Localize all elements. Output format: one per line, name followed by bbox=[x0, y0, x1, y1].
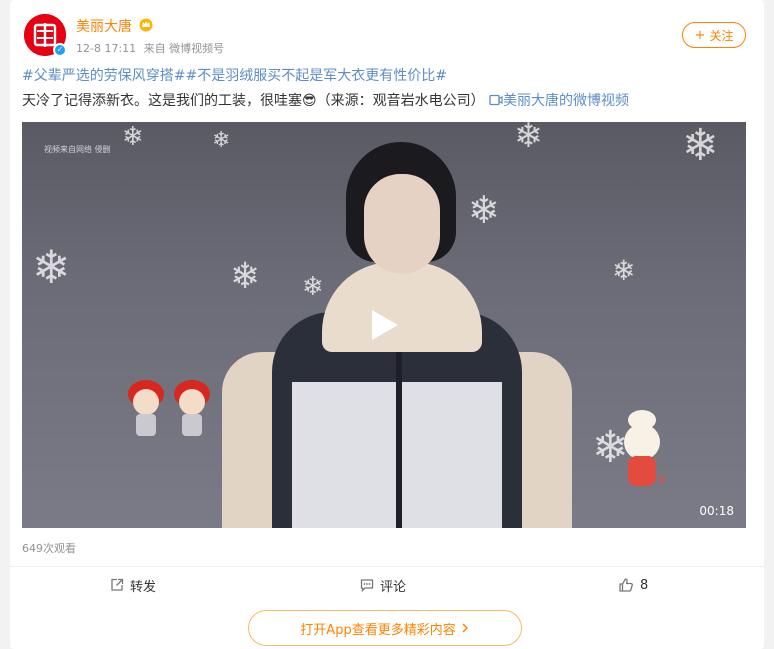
plus-icon: + bbox=[694, 27, 706, 43]
hashtags-line: #父辈严选的劳保风穿搭##不是羽绒服买不起是军大衣更有性价比# bbox=[22, 66, 447, 86]
post-text: 天冷了记得添新衣。这是我们的工装，很哇塞 bbox=[22, 93, 302, 109]
snowflake-icon: ❄ bbox=[612, 254, 636, 287]
post-date[interactable]: 12-8 17:11 bbox=[76, 42, 136, 55]
hashtag-link[interactable]: #父辈严选的劳保风穿搭##不是羽绒服买不起是军大衣更有性价比# bbox=[22, 68, 447, 84]
post-text-line: 天冷了记得添新衣。这是我们的工装，很哇塞😎（来源：观音岩水电公司） 美丽大唐的微… bbox=[22, 91, 629, 111]
comment-button[interactable]: 评论 bbox=[360, 576, 407, 595]
comment-icon bbox=[360, 579, 374, 592]
chevron-right-icon bbox=[462, 623, 468, 633]
comment-label: 评论 bbox=[380, 579, 407, 595]
sunglasses-emoji-icon: 😎 bbox=[302, 93, 317, 109]
play-icon[interactable] bbox=[366, 308, 400, 342]
repost-label: 转发 bbox=[130, 579, 157, 595]
snowflake-icon: ❄ bbox=[514, 122, 543, 156]
open-app-label: 打开App查看更多精彩内容 bbox=[300, 622, 456, 638]
like-count: 8 bbox=[640, 577, 649, 593]
follow-button[interactable]: + 关注 bbox=[682, 22, 746, 48]
thumbs-up-icon bbox=[619, 578, 633, 592]
snowflake-icon: ❄ bbox=[32, 240, 71, 294]
verified-badge-icon: ✓ bbox=[53, 43, 67, 57]
repost-button[interactable]: 转发 bbox=[110, 576, 157, 595]
follow-label: 关注 bbox=[709, 28, 734, 43]
post-source: 来自 微博视频号 bbox=[143, 42, 225, 55]
repost-icon bbox=[111, 578, 124, 591]
video-link-icon bbox=[489, 94, 503, 106]
snowflake-icon: ❄ bbox=[122, 122, 144, 152]
post-text-source: （来源：观音岩水电公司） bbox=[316, 93, 485, 109]
person-figure bbox=[396, 322, 402, 528]
video-watermark: 视频来自网络 侵删 bbox=[44, 145, 111, 154]
open-app-button[interactable]: 打开App查看更多精彩内容 bbox=[248, 610, 522, 646]
svg-text:✿: ✿ bbox=[658, 475, 666, 485]
username[interactable]: 美丽大唐 bbox=[76, 16, 132, 36]
person-figure bbox=[364, 174, 440, 274]
video-link[interactable]: 美丽大唐的微博视频 bbox=[489, 93, 629, 109]
video-duration: 00:18 bbox=[699, 504, 734, 518]
mascot-left-icon bbox=[128, 380, 210, 436]
view-count: 649次观看 bbox=[22, 542, 76, 555]
person-figure bbox=[322, 262, 482, 352]
snowflake-icon: ❄ bbox=[230, 256, 261, 297]
snowflake-icon: ❄ bbox=[468, 188, 500, 232]
video-player[interactable]: 视频来自网络 侵删 ❄ ❄ ❄ ❄ ❄ ❄ ❄ ❄ ❄ ❄ ❄ bbox=[22, 122, 746, 528]
crown-icon bbox=[139, 18, 153, 32]
snowflake-icon: ❄ bbox=[682, 122, 719, 171]
avatar[interactable]: ✓ bbox=[24, 14, 67, 57]
mascot-right-icon: ✿ bbox=[624, 410, 666, 486]
like-button[interactable]: 8 bbox=[618, 576, 648, 594]
snowflake-icon: ❄ bbox=[302, 272, 324, 302]
divider bbox=[10, 566, 764, 567]
snowflake-icon: ❄ bbox=[212, 128, 231, 153]
weibo-post-card: ✓ 美丽大唐 12-8 17:11 来自 微博视频号 + 关注 #父辈严选的劳保… bbox=[10, 0, 764, 649]
post-meta: 12-8 17:11 来自 微博视频号 bbox=[76, 40, 228, 56]
video-link-label: 美丽大唐的微博视频 bbox=[503, 93, 630, 109]
